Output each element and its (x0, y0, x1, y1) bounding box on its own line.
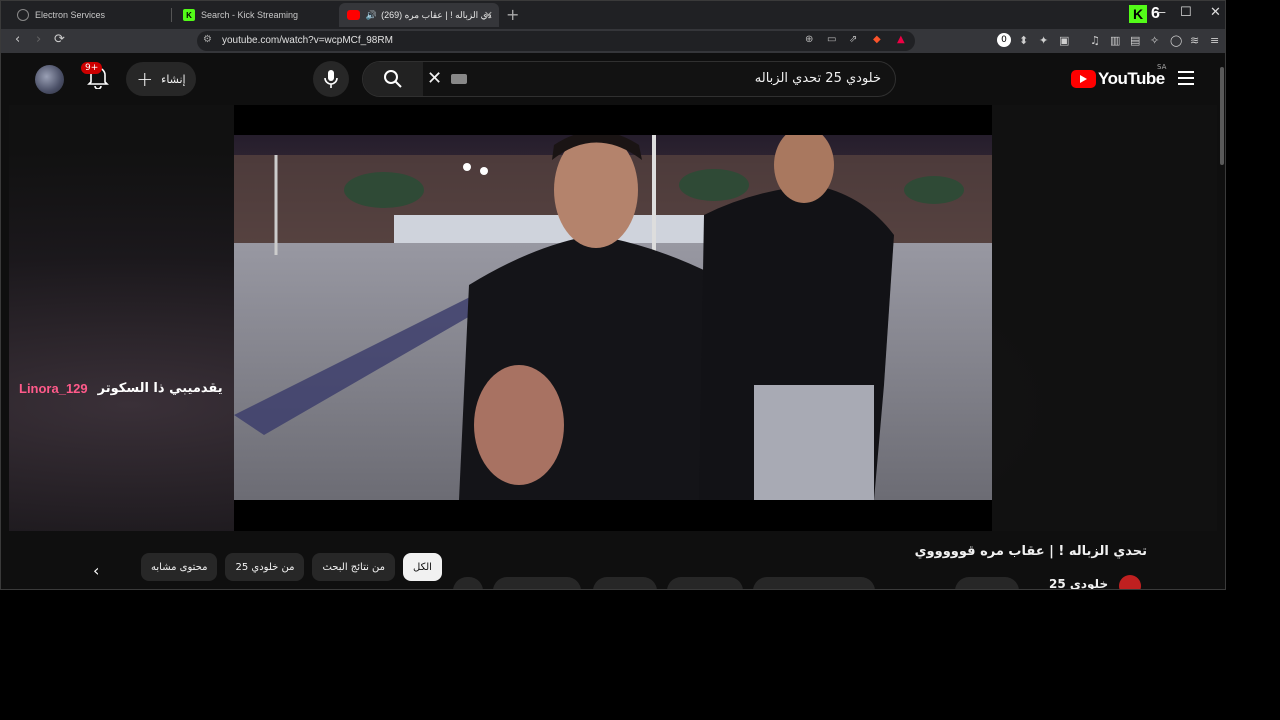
brave-rewards-icon[interactable]: ▲ (897, 34, 905, 45)
close-tab-icon[interactable]: ✕ (484, 9, 493, 22)
video-details: تحدي الزباله ! | عقاب مره قوووووي ‹ محتو… (1, 533, 1217, 589)
address-bar[interactable]: ⚙ youtube.com/watch?v=wcpMCf_98RM ⊕ ▭ ⇗ … (197, 31, 915, 51)
clear-search-icon[interactable]: ✕ (427, 68, 442, 89)
extensions-puzzle-icon[interactable]: ✦ (1039, 34, 1048, 47)
screenshot-icon[interactable]: ▣ (1059, 34, 1069, 47)
save-button[interactable] (593, 577, 657, 589)
reload-icon[interactable]: ⟳ (54, 32, 65, 47)
youtube-play-icon (1071, 70, 1096, 88)
vpn-icon[interactable]: ◯ (1170, 34, 1182, 47)
cast-icon[interactable]: ▭ (827, 34, 836, 45)
tab-title: Search - Kick Streaming (201, 10, 299, 20)
zoom-icon[interactable]: ⊕ (805, 34, 813, 45)
browser-window: Electron Services K Search - Kick Stream… (0, 0, 1226, 590)
like-dislike-button[interactable] (753, 577, 875, 589)
video-player[interactable]: Linora_129 يقدميبي ذا السكوتر (9, 105, 1217, 531)
search-icon (384, 70, 402, 88)
search-box[interactable]: ✕ خلودي 25 تحدي الزباله (362, 61, 896, 97)
music-icon[interactable]: ♫ (1090, 34, 1100, 47)
speaker-icon[interactable]: 🔊 (366, 10, 377, 21)
youtube-icon (347, 10, 360, 20)
video-title: تحدي الزباله ! | عقاب مره قوووووي (914, 544, 1147, 559)
youtube-logo-text: YouTube (1098, 69, 1165, 88)
kick-logo-icon: K (1129, 5, 1147, 23)
voice-search-button[interactable] (313, 61, 349, 97)
page-scrollbar[interactable] (1217, 53, 1225, 589)
clip-button[interactable] (493, 577, 581, 589)
youtube-logo[interactable]: YouTube SA (1071, 63, 1166, 89)
close-window-icon[interactable]: ✕ (1210, 5, 1221, 20)
chip-all[interactable]: الكل (403, 553, 442, 581)
maximize-icon[interactable]: ☐ (1180, 5, 1192, 20)
keyboard-icon[interactable] (451, 74, 467, 84)
related-filter-chips: محتوى مشابه من خلودي 25 من نتائج البحث ا… (141, 553, 442, 581)
globe-icon (17, 9, 29, 21)
chevron-left-icon[interactable]: ‹ (93, 561, 99, 580)
search-input[interactable]: خلودي 25 تحدي الزباله (755, 71, 881, 86)
channel-name[interactable]: خلودي 25 (1049, 577, 1108, 589)
subscribe-button[interactable] (955, 577, 1019, 589)
search-button[interactable] (363, 62, 423, 96)
tab-strip: Electron Services K Search - Kick Stream… (1, 1, 1225, 29)
brave-shield-icon[interactable]: ◆ (873, 34, 881, 45)
country-code: SA (1157, 63, 1167, 71)
scrollbar-thumb[interactable] (1220, 67, 1224, 165)
kick-icon: K (183, 9, 195, 21)
youtube-header: YouTube SA ✕ خلودي 25 تحدي الزباله + إنش… (1, 53, 1217, 103)
tab-title: (269) تحدي الزباله ! | عقاب مره (381, 9, 491, 20)
video-frame (234, 135, 992, 500)
back-icon[interactable]: ‹ (15, 32, 20, 47)
chat-overlay: Linora_129 يقدميبي ذا السكوتر (19, 381, 223, 396)
chip-from-search[interactable]: من نتائج البحث (312, 553, 396, 581)
video-scene-image (234, 135, 992, 500)
browser-menu-icon[interactable]: ≡ (1210, 34, 1219, 47)
create-button[interactable]: + إنشاء (126, 62, 196, 96)
notification-badge: 9+ (81, 62, 103, 74)
sidebar-icon[interactable]: ▥ (1110, 34, 1120, 47)
notifications-button[interactable]: 9+ (81, 62, 109, 93)
share-icon[interactable]: ⇗ (849, 34, 857, 45)
tab-youtube-video[interactable]: 🔊 (269) تحدي الزباله ! | عقاب مره ✕ (339, 3, 499, 27)
avatar[interactable] (35, 65, 64, 94)
tab-electron-services[interactable]: Electron Services (9, 3, 169, 27)
chip-similar-content[interactable]: محتوى مشابه (141, 553, 218, 581)
create-label: إنشاء (161, 72, 186, 86)
speedreader-icon[interactable]: ≋ (1190, 34, 1199, 47)
channel-avatar[interactable] (1119, 575, 1141, 589)
share-button[interactable] (667, 577, 743, 589)
chat-username: Linora_129 (19, 381, 88, 396)
url-text: youtube.com/watch?v=wcpMCf_98RM (222, 35, 393, 46)
tab-title: Electron Services (35, 10, 106, 20)
extension-counter-icon[interactable]: 0 (997, 33, 1011, 47)
microphone-icon (324, 70, 338, 88)
forward-icon[interactable]: › (36, 32, 41, 47)
chat-message: يقدميبي ذا السكوتر (97, 381, 223, 396)
wallet-icon[interactable]: ▤ (1130, 34, 1140, 47)
browser-toolbar: ‹ › ⟳ ⚙ youtube.com/watch?v=wcpMCf_98RM … (1, 29, 1225, 53)
more-actions-button[interactable] (453, 577, 483, 589)
new-tab-button[interactable]: + (506, 5, 519, 24)
plus-icon: + (136, 67, 154, 91)
hamburger-menu-icon[interactable] (1178, 71, 1194, 89)
minimize-icon[interactable]: — (1153, 5, 1166, 20)
chip-from-channel[interactable]: من خلودي 25 (225, 553, 305, 581)
video-canvas[interactable] (234, 105, 992, 531)
extension-icon-1[interactable]: ⬍ (1019, 34, 1028, 47)
leo-icon[interactable]: ✧ (1150, 34, 1159, 47)
site-info-icon[interactable]: ⚙ (203, 34, 212, 45)
tab-kick-search[interactable]: K Search - Kick Streaming (175, 3, 335, 27)
